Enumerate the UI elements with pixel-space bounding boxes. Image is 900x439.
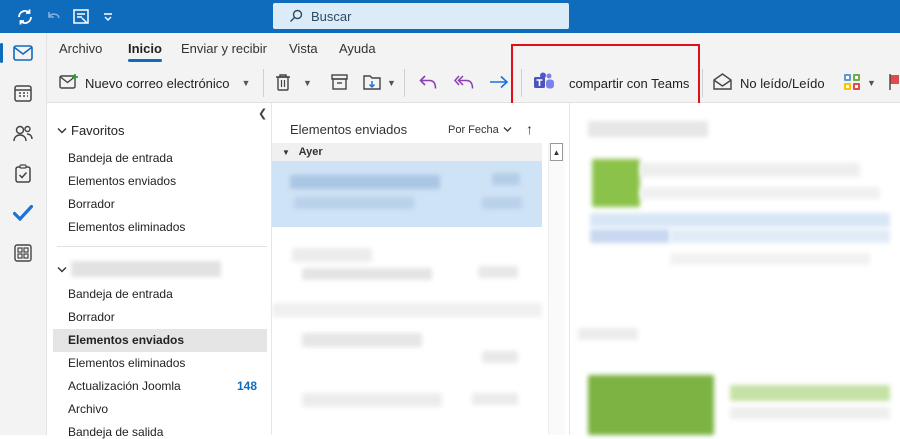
ribbon: Nuevo correo electrónico ▼ ▼ ▼ compartir… — [47, 63, 900, 103]
reply-icon — [419, 74, 437, 93]
chevron-down-icon[interactable]: ▼ — [303, 78, 312, 88]
mail-row[interactable] — [272, 161, 542, 227]
delete-button[interactable]: ▼ — [275, 69, 312, 97]
chevron-down-icon — [57, 123, 67, 138]
sort-label: Por Fecha — [448, 124, 499, 136]
account-header[interactable] — [57, 261, 221, 277]
reading-pane — [570, 103, 900, 435]
ribbon-divider — [404, 69, 405, 97]
read-unread-button[interactable]: No leído/Leído — [713, 69, 825, 97]
teams-highlight-box — [511, 44, 700, 110]
ribbon-tabs: Archivo Inicio Enviar y recibir Vista Ay… — [47, 33, 900, 63]
new-mail-button[interactable]: Nuevo correo electrónico ▼ — [59, 69, 250, 97]
day-group-header[interactable]: ▼ Ayer — [272, 143, 542, 161]
folder-pane: Favoritos Bandeja de entrada Elementos e… — [47, 103, 272, 439]
title-bar: Buscar — [0, 0, 900, 33]
ribbon-divider — [263, 69, 264, 97]
chevron-down-icon — [503, 124, 512, 136]
folder-item[interactable]: Bandeja de entrada — [68, 151, 173, 165]
tab-vista[interactable]: Vista — [289, 41, 318, 56]
folder-item[interactable]: Bandeja de entrada — [68, 287, 173, 301]
categorize-button[interactable]: ▼ — [843, 69, 876, 97]
folder-item[interactable]: Archivo — [68, 402, 108, 416]
search-box[interactable]: Buscar — [273, 3, 569, 29]
sync-icon[interactable] — [14, 6, 36, 28]
folder-item[interactable]: Elementos eliminados — [68, 220, 185, 234]
calendar-icon[interactable] — [9, 79, 37, 107]
tab-enviar-recibir[interactable]: Enviar y recibir — [181, 41, 267, 56]
open-envelope-icon — [713, 73, 732, 93]
move-button[interactable]: ▼ — [363, 69, 396, 97]
chevron-down-icon[interactable]: ▼ — [242, 78, 251, 88]
todo-check-icon[interactable] — [9, 199, 37, 227]
forward-icon — [489, 75, 509, 92]
scroll-up-arrow-icon[interactable]: ▲ — [550, 143, 563, 161]
chevron-down-icon[interactable]: ▼ — [867, 78, 876, 88]
search-icon — [289, 9, 303, 23]
reply-all-button[interactable] — [453, 69, 474, 97]
new-mail-label: Nuevo correo electrónico — [85, 75, 230, 91]
mail-list: Elementos enviados Por Fecha ↑ ▼ Ayer ▲ — [272, 103, 570, 435]
folder-item[interactable]: Elementos eliminados — [68, 356, 185, 370]
favorites-label: Favoritos — [71, 123, 125, 138]
flag-icon — [889, 73, 899, 94]
move-to-folder-icon — [363, 73, 381, 93]
new-mail-icon — [59, 73, 79, 93]
mail-icon[interactable] — [0, 39, 37, 67]
chevron-down-icon — [57, 262, 67, 277]
folder-item[interactable]: Borrador — [68, 310, 115, 324]
customize-icon[interactable] — [97, 6, 119, 28]
unread-count-badge: 148 — [236, 379, 257, 393]
folder-item[interactable]: Bandeja de salida — [68, 425, 163, 439]
chevron-down-icon[interactable]: ▼ — [387, 78, 396, 88]
apps-icon[interactable] — [9, 239, 37, 267]
folder-item[interactable]: Borrador — [68, 197, 115, 211]
tab-archivo[interactable]: Archivo — [59, 41, 102, 56]
flag-button[interactable] — [889, 69, 899, 97]
folder-item[interactable]: Actualización Joomla — [68, 379, 181, 393]
app-rail — [0, 33, 47, 435]
mail-row[interactable] — [272, 373, 542, 439]
trash-icon — [275, 73, 291, 94]
sort-direction-arrow-icon[interactable]: ↑ — [526, 121, 533, 137]
archive-button[interactable] — [331, 69, 348, 97]
collapse-pane-icon[interactable]: ❮ — [258, 107, 267, 120]
people-icon[interactable] — [9, 119, 37, 147]
tab-inicio[interactable]: Inicio — [128, 41, 162, 62]
account-name-redacted — [71, 261, 221, 277]
view-icon[interactable] — [70, 6, 92, 28]
reply-all-icon — [453, 74, 474, 93]
tasks-icon[interactable] — [9, 159, 37, 187]
categorize-icon — [843, 73, 861, 94]
archive-icon — [331, 73, 348, 93]
list-title: Elementos enviados — [290, 122, 408, 137]
day-header-label: Ayer — [298, 146, 323, 158]
scrollbar[interactable] — [548, 143, 565, 435]
forward-button[interactable] — [489, 69, 509, 97]
folder-item[interactable]: Elementos enviados — [68, 174, 176, 188]
sort-dropdown[interactable]: Por Fecha — [448, 124, 512, 136]
read-unread-label: No leído/Leído — [740, 75, 825, 91]
mail-row[interactable] — [272, 303, 542, 369]
reply-button[interactable] — [419, 69, 437, 97]
chevron-down-icon: ▼ — [282, 148, 290, 157]
tab-ayuda[interactable]: Ayuda — [339, 41, 376, 56]
folder-item-selected[interactable]: Elementos enviados — [53, 329, 267, 352]
favorites-header[interactable]: Favoritos — [57, 123, 124, 138]
ribbon-divider — [702, 69, 703, 97]
undo-icon[interactable] — [42, 6, 64, 28]
mail-row[interactable] — [272, 238, 542, 304]
search-placeholder: Buscar — [311, 8, 352, 24]
pane-divider — [57, 246, 267, 247]
